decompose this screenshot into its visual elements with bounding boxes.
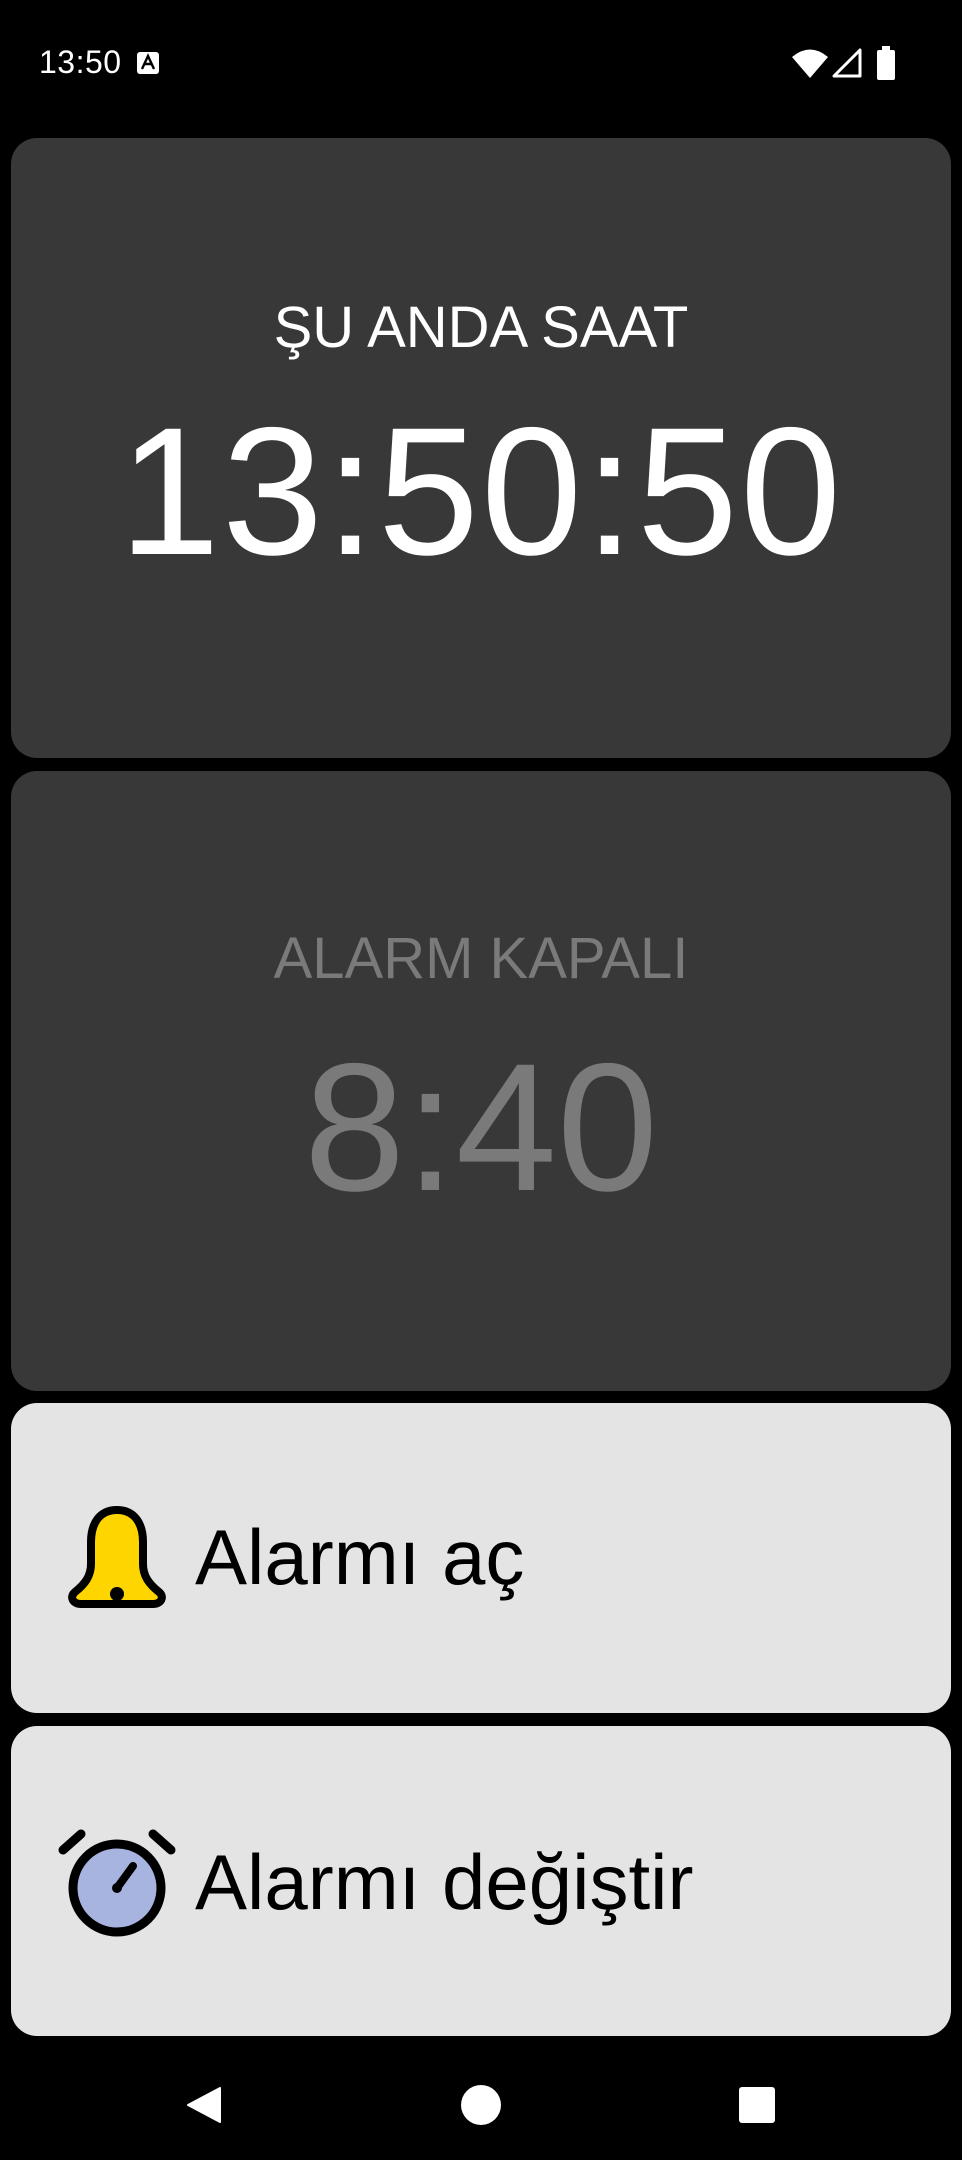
current-time-label: ŞU ANDA SAAT [273,295,689,360]
alarm-time-display: 8:40 [303,1025,659,1229]
home-icon[interactable] [459,2083,503,2127]
alarm-status-card[interactable]: ALARM KAPALI 8:40 [11,771,951,1391]
navigation-bar [0,2048,962,2160]
change-alarm-button[interactable]: Alarmı değiştir [11,1726,951,2036]
back-icon[interactable] [182,2084,224,2126]
enable-alarm-label: Alarmı aç [195,1513,525,1601]
bell-icon [55,1498,179,1622]
enable-alarm-button[interactable]: Alarmı aç [11,1403,951,1713]
status-time: 13:50 [39,44,122,80]
wifi-icon [792,48,828,78]
text-notification-icon [137,52,159,74]
recents-icon[interactable] [738,2086,776,2124]
change-alarm-label: Alarmı değiştir [195,1838,694,1926]
battery-icon [876,46,896,80]
alarm-status-label: ALARM KAPALI [273,926,689,991]
alarm-clock-icon [55,1820,179,1944]
cellular-signal-icon [832,48,862,78]
current-time-display: 13:50:50 [118,389,844,593]
current-time-card: ŞU ANDA SAAT 13:50:50 [11,138,951,758]
status-bar: 13:50 [0,0,962,128]
